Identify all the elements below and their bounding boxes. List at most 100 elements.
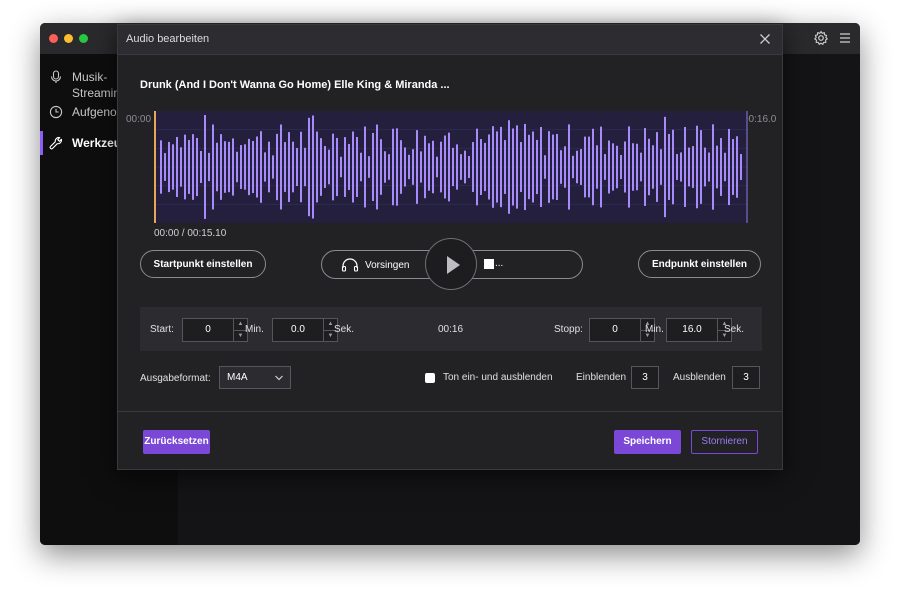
- wave-bar: [252, 140, 254, 194]
- wave-bar: [396, 128, 398, 206]
- wave-bar: [248, 138, 250, 196]
- output-format-select[interactable]: M4A: [219, 366, 291, 389]
- song-title: Drunk (And I Don't Wanna Go Home) Elle K…: [140, 79, 450, 91]
- wave-bar: [512, 128, 514, 206]
- wave-bar: [460, 154, 462, 180]
- menu-icon[interactable]: [837, 30, 853, 46]
- clip-duration: 00:16: [438, 324, 464, 335]
- clock-icon: [49, 105, 63, 119]
- set-end-button[interactable]: Endpunkt einstellen: [638, 250, 761, 278]
- wave-bar: [532, 131, 534, 203]
- wave-bar: [272, 155, 274, 179]
- wave-bar: [408, 154, 410, 180]
- fade-checkbox[interactable]: [425, 373, 435, 383]
- wave-bar: [688, 147, 690, 187]
- wave-bar: [356, 137, 358, 197]
- fade-in-input[interactable]: 3: [631, 366, 659, 389]
- wave-bar: [672, 129, 674, 205]
- minimize-window-button[interactable]: [64, 34, 73, 43]
- wave-bar: [432, 140, 434, 194]
- wave-bar: [420, 151, 422, 183]
- fade-toggle-label: Ton ein- und ausblenden: [443, 372, 553, 383]
- wave-bar: [236, 151, 238, 183]
- wave-bar: [504, 140, 506, 194]
- reset-button[interactable]: Zurücksetzen: [143, 430, 210, 454]
- wave-bar: [180, 147, 182, 187]
- stop-seconds-stepper[interactable]: 16.0 ▲ ▼: [666, 318, 732, 342]
- wave-bar: [636, 143, 638, 191]
- wave-bar: [644, 128, 646, 206]
- fade-out-input[interactable]: 3: [732, 366, 760, 389]
- start-sec-unit: Sek.: [334, 324, 355, 335]
- wave-bar: [496, 131, 498, 203]
- wave-bar: [596, 145, 598, 189]
- wave-bar: [716, 145, 718, 189]
- wave-bar: [176, 136, 178, 198]
- gear-icon[interactable]: [813, 30, 829, 46]
- wave-bar: [400, 140, 402, 194]
- wave-bar: [280, 124, 282, 210]
- start-label: Start:: [150, 324, 174, 335]
- wave-bar: [584, 136, 586, 198]
- wave-bar: [440, 141, 442, 193]
- waveform-graphic: [154, 111, 748, 223]
- wave-bar: [196, 137, 198, 197]
- wave-bar: [656, 132, 658, 202]
- close-window-button[interactable]: [49, 34, 58, 43]
- wave-bar: [392, 128, 394, 206]
- wave-bar: [548, 131, 550, 203]
- wave-bar: [564, 146, 566, 188]
- zoom-window-button[interactable]: [79, 34, 88, 43]
- wave-bar: [188, 140, 190, 194]
- start-minutes-stepper[interactable]: 0 ▲ ▼: [182, 318, 248, 342]
- wave-bar: [712, 124, 714, 210]
- fade-out-label: Ausblenden: [673, 372, 726, 383]
- wave-bar: [640, 152, 642, 182]
- dialog-header: Audio bearbeiten: [118, 25, 782, 55]
- wave-bar: [244, 144, 246, 190]
- wave-bar: [308, 117, 310, 217]
- wave-bar: [200, 151, 202, 183]
- wave-bar: [696, 125, 698, 209]
- wave-bar: [624, 141, 626, 193]
- play-button[interactable]: [425, 238, 477, 290]
- wave-bar: [344, 137, 346, 197]
- wave-bar: [720, 138, 722, 196]
- wave-bar: [388, 154, 390, 180]
- waveform[interactable]: [154, 111, 748, 223]
- headphones-icon[interactable]: [341, 258, 359, 272]
- chevron-down-icon: [275, 375, 283, 381]
- wave-bar: [160, 140, 162, 194]
- wave-bar: [340, 156, 342, 178]
- wave-bar: [320, 138, 322, 196]
- wave-bar: [648, 138, 650, 196]
- wave-bar: [488, 134, 490, 200]
- wave-bar: [336, 137, 338, 197]
- wave-bar: [164, 153, 166, 181]
- wave-bar: [684, 126, 686, 208]
- wave-bar: [660, 149, 662, 185]
- wave-bar: [384, 151, 386, 183]
- sing-along-button[interactable]: Vorsingen: [365, 260, 409, 271]
- start-seconds-stepper[interactable]: 0.0 ▲ ▼: [272, 318, 338, 342]
- stop-icon[interactable]: [484, 259, 494, 269]
- wave-bar: [612, 143, 614, 191]
- wave-bar: [552, 134, 554, 200]
- wave-bar: [736, 136, 738, 198]
- wave-bar: [668, 134, 670, 200]
- wave-bar: [704, 147, 706, 187]
- wave-bar: [292, 141, 294, 193]
- cancel-button[interactable]: Stornieren: [691, 430, 758, 454]
- stop-button-label: ...: [495, 258, 504, 269]
- wave-bar: [620, 154, 622, 180]
- close-icon[interactable]: [758, 32, 772, 46]
- wave-bar: [524, 123, 526, 211]
- wave-bar: [604, 154, 606, 180]
- wave-bar: [324, 145, 326, 189]
- wave-bar: [328, 149, 330, 185]
- wave-bar: [172, 144, 174, 190]
- wave-bar: [556, 133, 558, 201]
- save-button[interactable]: Speichern: [614, 430, 681, 454]
- set-start-button[interactable]: Startpunkt einstellen: [140, 250, 266, 278]
- wave-bar: [632, 143, 634, 191]
